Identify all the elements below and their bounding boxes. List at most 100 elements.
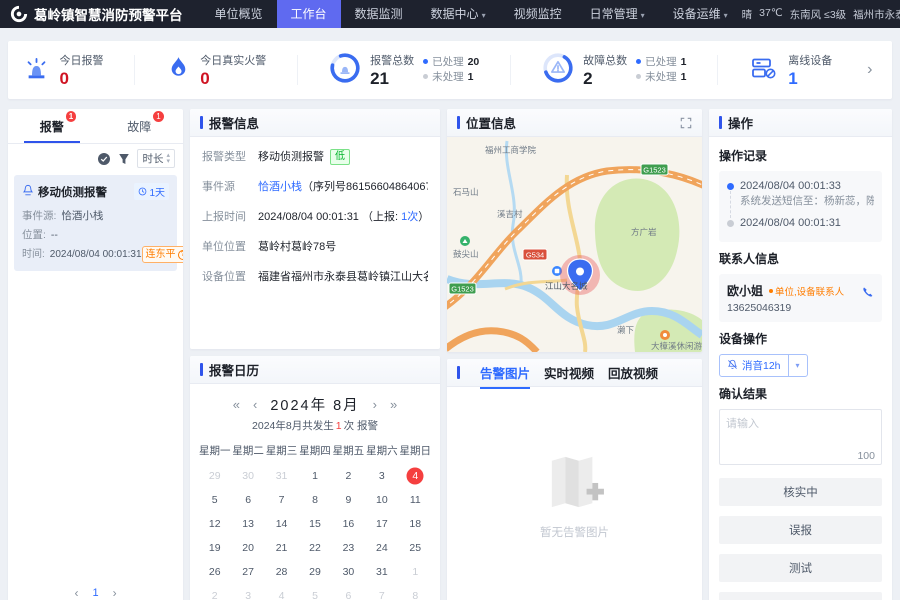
calendar-day[interactable]: 22 [298,536,331,560]
false-alarm-button[interactable]: 误报 [719,516,882,544]
weather-info: 晴37℃东南风 ≤3级福州市永泰县 [742,7,900,22]
sort-select[interactable]: 时长 ▴▾ [137,149,175,168]
calendar-day[interactable]: 24 [365,536,398,560]
calendar-day[interactable]: 31 [365,560,398,584]
calendar-day[interactable]: 15 [298,512,331,536]
calendar-day[interactable]: 29 [198,464,231,488]
next-month-button[interactable]: › [373,397,377,412]
mute-button-group[interactable]: 消音12h ▾ [719,354,808,377]
stat-value: 21 [370,70,414,88]
menu-item-data-center[interactable]: 数据中心▾ [417,0,500,28]
calendar-day[interactable]: 10 [365,488,398,512]
calendar-day[interactable]: 30 [231,464,264,488]
calendar-day[interactable]: 23 [332,536,365,560]
header-accent [719,116,722,129]
tab-live-video[interactable]: 实时视频 [544,359,594,388]
flame-icon [166,55,191,85]
tab-alarm-images[interactable]: 告警图片 [480,359,530,388]
prev-year-button[interactable]: « [233,397,240,412]
fullscreen-icon[interactable] [680,117,692,129]
stats-bar: 今日报警0 今日真实火警0 报警总数21 已处理20 未处理1 故障总数2 已处… [8,41,892,99]
map[interactable]: G1523 G534 G1523 福州工商学院 石马山 溪吉村 鼓尖山 方广岩 … [447,137,702,352]
menu-item-daily-manage[interactable]: 日常管理▾ [576,0,659,28]
timeline-dot [727,183,734,190]
mute-dropdown-caret[interactable]: ▾ [788,355,807,376]
menu-item-unit-overview[interactable]: 单位概览 [201,0,277,28]
calendar-day[interactable]: 3 [231,584,264,600]
report-count[interactable]: 1次 [401,211,418,223]
calendar-day[interactable]: 30 [332,560,365,584]
stat-total-faults: 故障总数2 已处理1 未处理1 [542,52,686,89]
calendar-day[interactable]: 26 [198,560,231,584]
calendar-day[interactable]: 5 [198,488,231,512]
prev-month-button[interactable]: ‹ [253,397,257,412]
next-page-button[interactable]: › [113,586,117,600]
filter-icon[interactable] [117,152,131,166]
calendar-day[interactable]: 1 [399,560,432,584]
calendar-day[interactable]: 19 [198,536,231,560]
header-accent [200,116,203,129]
calendar-day[interactable]: 29 [298,560,331,584]
calendar-day[interactable]: 3 [365,464,398,488]
calendar-day[interactable]: 2 [198,584,231,600]
operation-timeline: 2024/08/04 00:01:33 系统发送短信至：杨新蕊，陈汝满，许参..… [719,171,882,242]
calendar-day[interactable]: 4 [399,464,432,488]
contact-card: 欧小姐 单位,设备联系人 13625046319 [719,274,882,322]
calendar-day[interactable]: 2 [332,464,365,488]
tab-alarms[interactable]: 报警1 [8,109,96,143]
page-number[interactable]: 1 [92,587,98,599]
verify-in-progress-button[interactable]: 核实中 [719,478,882,506]
calendar-day[interactable]: 17 [365,512,398,536]
calendar-day[interactable]: 31 [265,464,298,488]
calendar-day[interactable]: 9 [332,488,365,512]
calendar-weekday: 星期三 [265,439,298,464]
calendar-day[interactable]: 20 [231,536,264,560]
road-sign: G1523 [641,164,668,175]
test-button[interactable]: 测试 [719,554,882,582]
call-icon[interactable] [861,286,874,302]
calendar-weekday: 星期五 [332,439,365,464]
map-label: 溪吉村 [497,209,523,219]
menu-item-device-ops[interactable]: 设备运维▾ [659,0,742,28]
calendar-day[interactable]: 11 [399,488,432,512]
calendar-day[interactable]: 16 [332,512,365,536]
calendar-day[interactable]: 8 [298,488,331,512]
calendar-day[interactable]: 1 [298,464,331,488]
calendar-day[interactable]: 6 [332,584,365,600]
prev-page-button[interactable]: ‹ [74,586,78,600]
calendar-day[interactable]: 27 [231,560,264,584]
source-link[interactable]: 恰酒小栈 [258,181,302,193]
menu-item-video-monitor[interactable]: 视频监控 [500,0,576,28]
calendar-day[interactable]: 25 [399,536,432,560]
calendar-day[interactable]: 6 [231,488,264,512]
calendar-day[interactable]: 8 [399,584,432,600]
menu-item-workbench[interactable]: 工作台 [277,0,341,28]
stat-today-alarms: 今日报警0 [23,52,103,88]
calendar-day[interactable]: 28 [265,560,298,584]
calendar-day[interactable]: 13 [231,512,264,536]
next-year-button[interactable]: » [390,397,397,412]
alarm-bell-icon [22,184,34,199]
device-alarm-button[interactable]: 设备报警 [719,592,882,600]
calendar-day[interactable]: 4 [265,584,298,600]
timeline-dot [727,220,734,227]
calendar-weekday: 星期四 [298,439,331,464]
tab-faults[interactable]: 故障1 [96,109,184,143]
tab-playback-video[interactable]: 回放视频 [608,359,658,388]
calendar-day[interactable]: 18 [399,512,432,536]
calendar-day[interactable]: 14 [265,512,298,536]
menu-item-data-monitor[interactable]: 数据监测 [341,0,417,28]
calendar-day[interactable]: 21 [265,536,298,560]
calendar-day[interactable]: 5 [298,584,331,600]
stats-more-chevron[interactable]: › [863,61,876,79]
device-operation-title: 设备操作 [719,330,882,347]
alarm-list-item[interactable]: 移动侦测报警 1天 事件源:恰酒小栈 位置:-- 时间: 2024/08/04 … [14,175,177,271]
level-badge: 低 [330,149,350,165]
chevron-down-icon: ▾ [641,11,645,20]
calendar-day[interactable]: 12 [198,512,231,536]
confirm-all-icon[interactable] [97,152,111,166]
calendar-day[interactable]: 7 [265,488,298,512]
assignee-tag[interactable]: 连东平 ? [142,246,183,263]
calendar-day[interactable]: 7 [365,584,398,600]
calendar-weekday: 星期二 [231,439,264,464]
